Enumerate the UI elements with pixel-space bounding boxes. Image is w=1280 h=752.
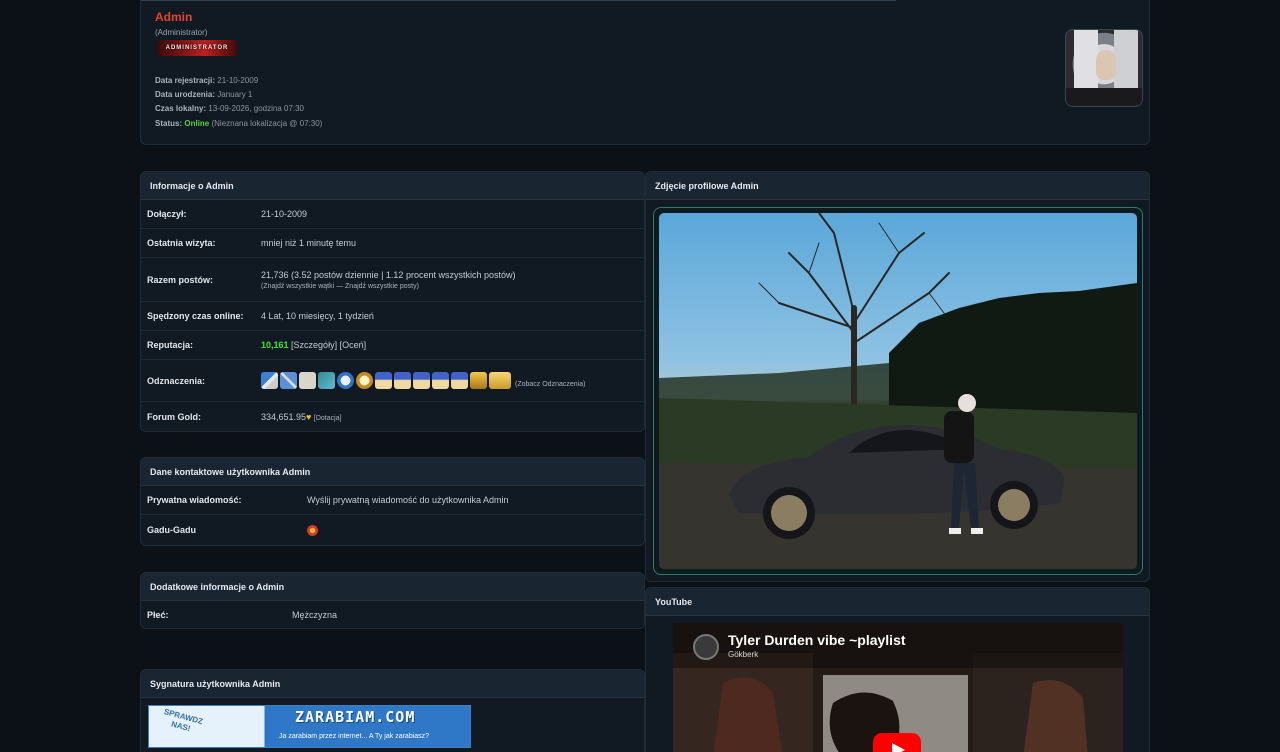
info-panel: Informacje o Admin Dołączył: 21-10-2009 … — [140, 171, 645, 432]
crossed-swords-award-icon[interactable] — [280, 372, 297, 389]
find-threads-link[interactable]: Znajdź wszystkie wątki — [263, 283, 334, 290]
forum-gold-label: Forum Gold: — [147, 411, 201, 422]
last-visit-label: Ostatnia wizyta: — [147, 238, 216, 248]
online-time-row: Spędzony czas online: 4 Lat, 10 miesięcy… — [141, 302, 644, 331]
gg-label: Gadu-Gadu — [147, 525, 196, 535]
youtube-panel-title: YouTube — [646, 588, 1149, 616]
localtime-label: Czas lokalny: — [155, 104, 207, 113]
video-channel[interactable]: Gökberk — [728, 650, 758, 659]
banner-check-us-text: SPRAWDZ NAS! — [162, 707, 204, 734]
signature-panel: Sygnatura użytkownika Admin SPRAWDZ NAS!… — [140, 669, 645, 752]
contact-panel: Dane kontaktowe użytkownika Admin Prywat… — [140, 457, 645, 546]
reputation-value[interactable]: 10,161 — [261, 340, 289, 350]
reputation-row: Reputacja: 10,161 [Szczegóły] [Oceń] — [141, 331, 644, 360]
donate-link[interactable]: [Dotacja] — [314, 415, 342, 422]
forum-gold-row: Forum Gold: 334,651.95♥ [Dotacja] — [141, 402, 644, 431]
forum-gold-value: 334,651.95 — [261, 411, 307, 422]
scroll-award-icon[interactable] — [299, 372, 316, 389]
online-time-value: 4 Lat, 10 miesięcy, 1 tydzień — [261, 311, 374, 321]
gadu-gadu-status-icon[interactable] — [307, 524, 318, 536]
find-posts-link[interactable]: Znajdź wszystkie posty — [345, 283, 417, 290]
last-visit-value: mniej niż 1 minutę temu — [261, 238, 357, 248]
posts-value: 21,736 (3.52 postów dziennie | 1.12 proc… — [261, 269, 516, 280]
registration-line: Data rejestracji: 21-10-2009 — [155, 76, 258, 85]
wizard-3-award-icon[interactable] — [413, 372, 430, 389]
pocket-watch-award-icon[interactable] — [356, 372, 373, 389]
avatar — [1065, 29, 1143, 107]
joined-row: Dołączył: 21-10-2009 — [141, 200, 644, 229]
last-visit-row: Ostatnia wizyta: mniej niż 1 minutę temu — [141, 229, 644, 258]
pm-label: Prywatna wiadomość: — [147, 495, 242, 505]
posts-values: 21,736 (3.52 postów dziennie | 1.12 proc… — [261, 270, 515, 290]
youtube-panel: YouTube Tyler Durden vibe ~playlist Gökb… — [645, 587, 1150, 752]
awards-row: Odznaczenia: (Zobacz Odznaczenia) — [141, 360, 644, 402]
video-title[interactable]: Tyler Durden vibe ~playlist — [728, 632, 906, 648]
contact-panel-title: Dane kontaktowe użytkownika Admin — [141, 458, 644, 486]
wizard-5-award-icon[interactable] — [451, 372, 468, 389]
signature-banner[interactable]: SPRAWDZ NAS! ZARABIAM.COM Ja zarabiam pr… — [148, 705, 471, 748]
info-panel-title: Informacje o Admin — [141, 172, 644, 200]
gender-row: Płeć: Mężczyzna — [141, 601, 644, 628]
divider — [141, 0, 896, 1]
localtime-value: 13-09-2026, godzina 07:30 — [208, 104, 305, 113]
profile-username[interactable]: Admin — [155, 10, 192, 24]
photo-scene — [659, 213, 1137, 569]
posts-label: Razem postów: — [147, 274, 214, 285]
joined-label: Dołączył: — [147, 209, 187, 219]
gold-ticket-award-icon[interactable] — [489, 372, 511, 389]
status-label: Status: — [155, 119, 183, 128]
banner-brand-text: ZARABIAM.COM — [295, 708, 416, 726]
extra-info-panel: Dodatkowe informacje o Admin Płeć: Mężcz… — [140, 572, 645, 629]
registration-label: Data rejestracji: — [155, 76, 216, 85]
wizard-2-award-icon[interactable] — [394, 372, 411, 389]
clock-award-icon[interactable] — [337, 372, 354, 389]
posts-links: (Znajdź wszystkie wątki — Znajdź wszystk… — [261, 283, 515, 290]
wizard-4-award-icon[interactable] — [432, 372, 449, 389]
profile-usertitle: (Administrator) — [155, 28, 208, 37]
localtime-line: Czas lokalny: 13-09-2026, godzina 07:30 — [155, 104, 304, 113]
gg-row: Gadu-Gadu — [141, 515, 644, 545]
birthday-value: January 1 — [217, 90, 253, 99]
reputation-details-link[interactable]: [Szczegóły] — [291, 340, 337, 350]
registration-value: 21-10-2009 — [217, 76, 259, 85]
profile-header-card: Admin (Administrator) ADMINISTRATOR Data… — [140, 0, 1150, 145]
signature-panel-title: Sygnatura użytkownika Admin — [141, 670, 644, 698]
posts-links-close: ) — [416, 282, 419, 290]
awards-view-link[interactable]: (Zobacz Odznaczenia) — [515, 381, 585, 388]
gold-heart-icon: ♥ — [306, 411, 312, 422]
rank-badge-image: ADMINISTRATOR — [157, 40, 237, 56]
online-time-label: Spędzony czas online: — [147, 311, 244, 321]
wizard-1-award-icon[interactable] — [375, 372, 392, 389]
photo-panel-title: Zdjęcie profilowe Admin — [646, 172, 1149, 200]
posts-links-separator: — — [334, 282, 346, 290]
status-line: Status: Online (Nieznana lokalizacja @ 0… — [155, 119, 322, 128]
status-online: Online — [184, 119, 210, 128]
gold-coins-award-icon[interactable] — [470, 372, 487, 389]
send-pm-link[interactable]: Wyślij prywatną wiadomość do użytkownika… — [307, 495, 509, 505]
posts-row: Razem postów: 21,736 (3.52 postów dzienn… — [141, 258, 644, 302]
profile-photo-panel: Zdjęcie profilowe Admin — [645, 171, 1150, 582]
awards-label: Odznaczenia: — [147, 375, 206, 386]
profile-photo[interactable] — [659, 213, 1137, 569]
reputation-label: Reputacja: — [147, 340, 194, 350]
youtube-play-button[interactable] — [873, 733, 921, 752]
profile-photo-frame — [653, 207, 1143, 575]
youtube-embed[interactable]: Tyler Durden vibe ~playlist Gökberk — [673, 623, 1123, 752]
pencil-award-icon[interactable] — [261, 372, 278, 389]
gender-label: Płeć: — [147, 610, 169, 620]
banner-tagline-text: Ja zarabiam przez internet... A Ty jak z… — [279, 733, 430, 740]
book-award-icon[interactable] — [318, 372, 335, 389]
extra-panel-title: Dodatkowe informacje o Admin — [141, 573, 644, 601]
joined-value: 21-10-2009 — [261, 209, 308, 219]
birthday-line: Data urodzenia: January 1 — [155, 90, 252, 99]
reputation-rate-link[interactable]: [Oceń] — [340, 340, 367, 350]
birthday-label: Data urodzenia: — [155, 90, 216, 99]
status-location: (Nieznana lokalizacja @ 07:30) — [211, 119, 323, 128]
rank-badge-text: ADMINISTRATOR — [165, 45, 229, 51]
awards-list: (Zobacz Odznaczenia) — [261, 372, 585, 389]
channel-avatar[interactable] — [693, 634, 719, 660]
pm-row: Prywatna wiadomość: Wyślij prywatną wiad… — [141, 486, 644, 515]
gender-value: Mężczyzna — [292, 610, 338, 620]
